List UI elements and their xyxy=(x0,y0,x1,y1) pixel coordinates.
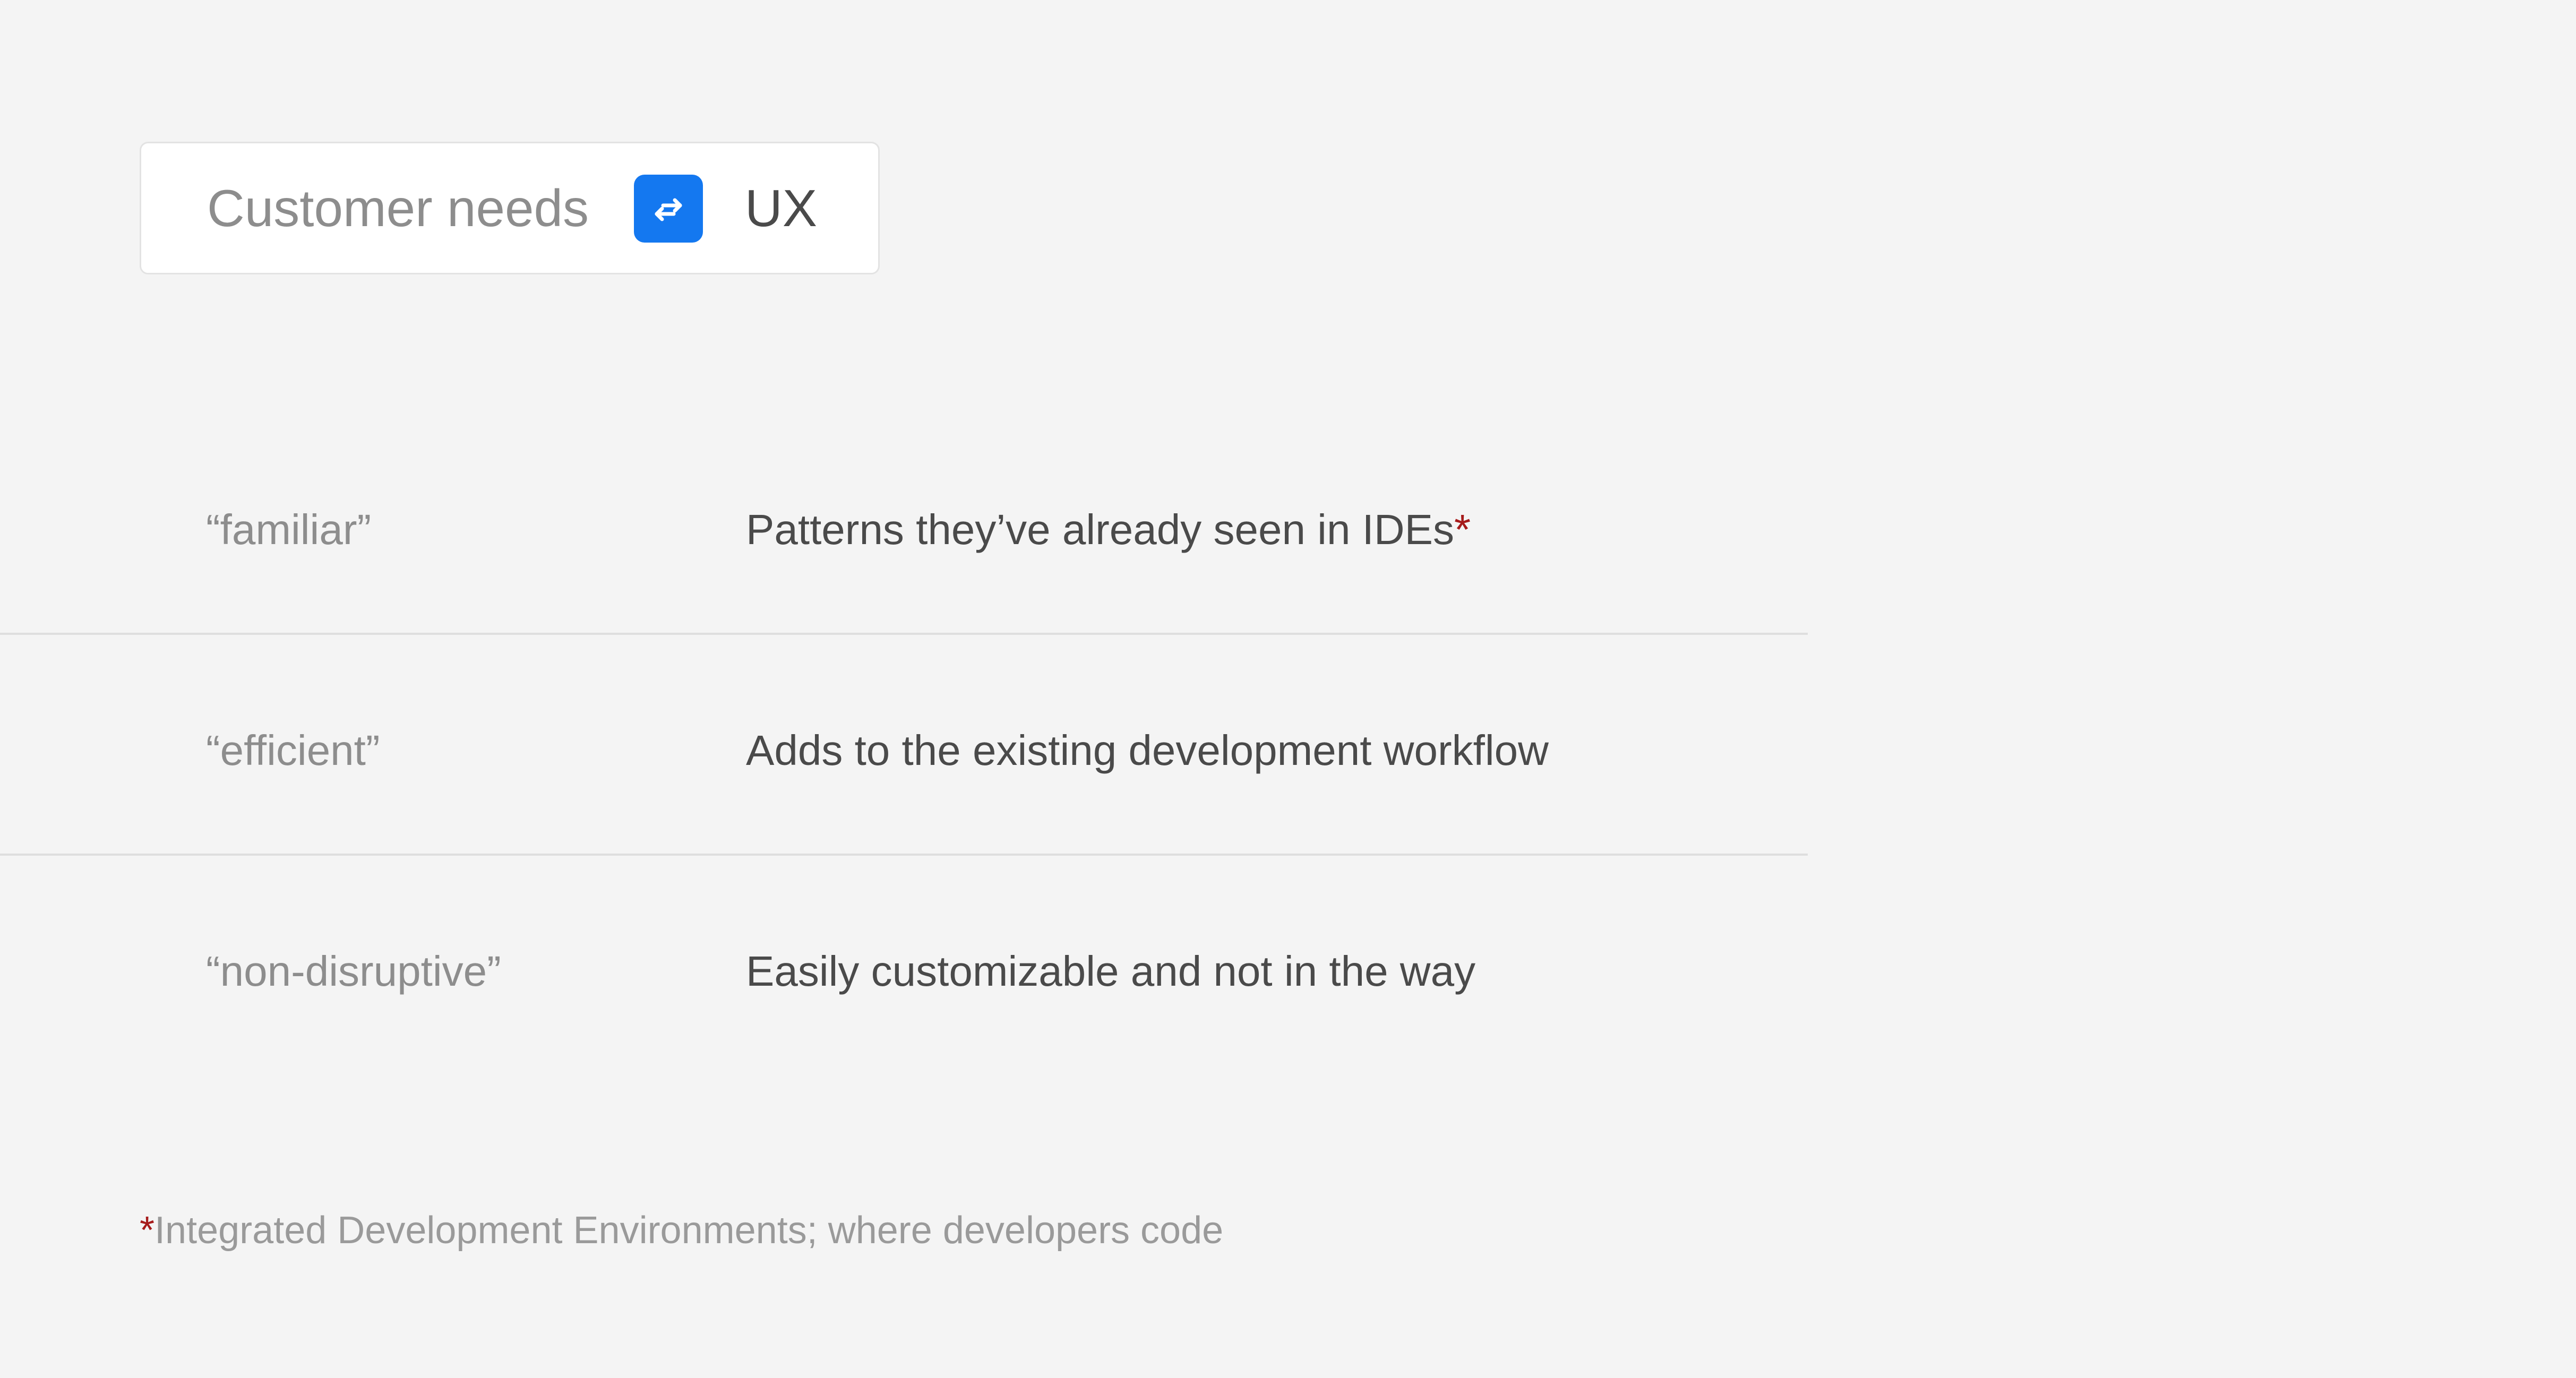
footnote-marker: * xyxy=(140,1209,155,1252)
row-term: “familiar” xyxy=(206,506,372,553)
row-description: Easily customizable and not in the way xyxy=(746,948,1476,995)
toggle-right-label: UX xyxy=(745,179,818,237)
needs-ux-toggle: Customer needs UX xyxy=(140,142,880,274)
table-row: “non-disruptive” Easily customizable and… xyxy=(0,856,1808,1076)
needs-mapping-table: “familiar” Patterns they’ve already seen… xyxy=(0,414,1808,1076)
table-row: “efficient” Adds to the existing develop… xyxy=(0,635,1808,856)
toggle-left-label: Customer needs xyxy=(207,179,589,237)
row-description-text: Patterns they’ve already seen in IDEs xyxy=(746,506,1455,553)
swap-arrows-icon xyxy=(655,198,682,221)
footnote: *Integrated Development Environments; wh… xyxy=(140,1211,1223,1250)
row-term: “non-disruptive” xyxy=(206,948,501,995)
row-description: Adds to the existing development workflo… xyxy=(746,727,1549,774)
table-row: “familiar” Patterns they’ve already seen… xyxy=(0,414,1808,635)
row-description: Patterns they’ve already seen in IDEs* xyxy=(746,509,1471,551)
footnote-text: Integrated Development Environments; whe… xyxy=(154,1209,1224,1252)
row-term: “efficient” xyxy=(206,727,380,774)
swap-button[interactable] xyxy=(634,175,703,243)
footnote-marker: * xyxy=(1454,506,1471,553)
